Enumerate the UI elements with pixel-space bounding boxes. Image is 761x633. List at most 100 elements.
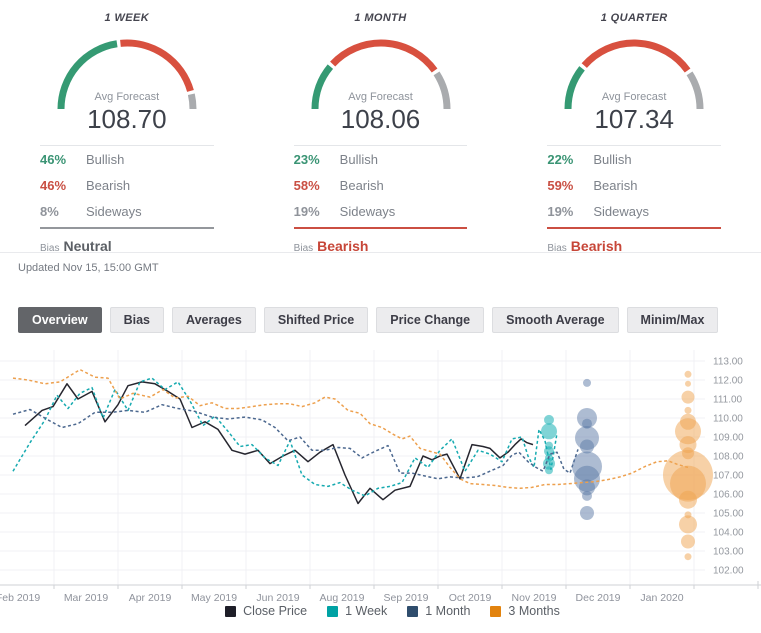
tab-bias[interactable]: Bias xyxy=(110,307,164,333)
avg-forecast-value: 108.70 xyxy=(47,104,207,135)
bullish-pct: 23% xyxy=(294,152,340,167)
bearish-pct: 59% xyxy=(547,178,593,193)
stat-row-bullish: 23% Bullish xyxy=(294,146,468,172)
y-axis-label: 107.00 xyxy=(713,471,744,482)
bias-divider xyxy=(294,227,468,229)
tab-averages[interactable]: Averages xyxy=(172,307,256,333)
bullish-label: Bullish xyxy=(86,152,124,167)
gauge-segment xyxy=(120,43,190,91)
forecast-chart: 113.00112.00111.00110.00109.00108.00107.… xyxy=(0,350,761,610)
sideways-pct: 8% xyxy=(40,204,86,219)
panel-1-week: 1 WEEK Avg Forecast 108.70 46% Bullish 4… xyxy=(0,0,254,254)
legend-label: Close Price xyxy=(243,604,307,618)
sideways-label: Sideways xyxy=(593,204,649,219)
chart-tabs: Overview Bias Averages Shifted Price Pri… xyxy=(18,307,718,333)
bullish-pct: 22% xyxy=(547,152,593,167)
stat-row-sideways: 19% Sideways xyxy=(547,198,721,224)
bullish-label: Bullish xyxy=(593,152,631,167)
forecast-bubble-3-months xyxy=(681,535,695,549)
chart-legend: Close Price 1 Week 1 Month 3 Months xyxy=(12,604,761,618)
tab-minim-max[interactable]: Minim/Max xyxy=(627,307,719,333)
forecast-bubble-3-months xyxy=(685,553,692,560)
panel-title: 1 QUARTER xyxy=(507,12,761,24)
legend-label: 1 Month xyxy=(425,604,470,618)
gauge-segment xyxy=(584,43,687,70)
bias-divider xyxy=(40,227,214,229)
y-axis-label: 106.00 xyxy=(713,490,744,501)
panel-title: 1 WEEK xyxy=(0,12,254,24)
avg-forecast-value: 107.34 xyxy=(554,104,714,135)
sideways-pct: 19% xyxy=(294,204,340,219)
series-line-1-month xyxy=(13,405,578,479)
x-axis-label: Sep 2019 xyxy=(384,592,429,604)
x-axis-label: May 2019 xyxy=(191,592,237,604)
legend-item-1-month[interactable]: 1 Month xyxy=(407,604,470,618)
forecast-bubble-1-week xyxy=(545,466,553,474)
legend-swatch-3-months xyxy=(490,606,501,617)
tab-shifted-price[interactable]: Shifted Price xyxy=(264,307,368,333)
gauge: Avg Forecast 108.70 xyxy=(47,33,207,113)
x-axis-label: Feb 2019 xyxy=(0,592,40,604)
stat-row-bearish: 59% Bearish xyxy=(547,172,721,198)
y-axis-label: 111.00 xyxy=(713,395,743,406)
avg-forecast-label: Avg Forecast xyxy=(554,91,714,103)
bearish-pct: 58% xyxy=(294,178,340,193)
bearish-label: Bearish xyxy=(340,178,384,193)
y-axis-label: 112.00 xyxy=(713,376,743,387)
bullish-pct: 46% xyxy=(40,152,86,167)
avg-forecast-label: Avg Forecast xyxy=(47,91,207,103)
bullish-label: Bullish xyxy=(340,152,378,167)
x-axis-label: Mar 2019 xyxy=(64,592,109,604)
forecast-panels: 1 WEEK Avg Forecast 108.70 46% Bullish 4… xyxy=(0,0,761,254)
panel-1-quarter: 1 QUARTER Avg Forecast 107.34 22% Bullis… xyxy=(507,0,761,254)
x-axis-label: Jan 2020 xyxy=(640,592,683,604)
forecast-bubble-3-months xyxy=(685,371,692,378)
legend-item-close-price[interactable]: Close Price xyxy=(225,604,307,618)
forecast-bubble-3-months xyxy=(679,491,697,509)
sideways-pct: 19% xyxy=(547,204,593,219)
stat-row-bearish: 46% Bearish xyxy=(40,172,214,198)
tab-overview[interactable]: Overview xyxy=(18,307,102,333)
series-line-close-price xyxy=(25,382,533,504)
avg-forecast-label: Avg Forecast xyxy=(301,91,461,103)
forecast-bubble-1-month xyxy=(583,379,591,387)
x-axis-label: Jun 2019 xyxy=(256,592,299,604)
x-axis-label: Nov 2019 xyxy=(512,592,557,604)
y-axis-label: 113.00 xyxy=(713,357,743,368)
legend-item-3-months[interactable]: 3 Months xyxy=(490,604,559,618)
stat-row-sideways: 8% Sideways xyxy=(40,198,214,224)
legend-label: 3 Months xyxy=(508,604,559,618)
forecast-bubble-1-month xyxy=(580,506,594,520)
sideways-label: Sideways xyxy=(86,204,142,219)
y-axis-label: 103.00 xyxy=(713,546,744,557)
legend-item-1-week[interactable]: 1 Week xyxy=(327,604,387,618)
updated-timestamp: Updated Nov 15, 15:00 GMT xyxy=(18,262,159,274)
forecast-bubble-3-months xyxy=(685,381,691,387)
y-axis-label: 104.00 xyxy=(713,527,744,538)
gauge-segment xyxy=(332,43,434,70)
forecast-bubble-1-week xyxy=(541,423,557,439)
section-divider xyxy=(0,252,761,253)
tab-price-change[interactable]: Price Change xyxy=(376,307,484,333)
x-axis-label: Aug 2019 xyxy=(320,592,365,604)
y-axis-label: 102.00 xyxy=(713,565,744,576)
bias-divider xyxy=(547,227,721,229)
forecast-bubble-3-months xyxy=(685,407,692,414)
sideways-label: Sideways xyxy=(340,204,396,219)
forecast-bubble-1-month xyxy=(580,440,594,454)
y-axis-label: 110.00 xyxy=(713,414,743,425)
gauge: Avg Forecast 108.06 xyxy=(301,33,461,113)
avg-forecast-value: 108.06 xyxy=(301,104,461,135)
stat-row-bullish: 46% Bullish xyxy=(40,146,214,172)
gauge: Avg Forecast 107.34 xyxy=(554,33,714,113)
forecast-bubble-3-months xyxy=(679,515,697,533)
bearish-pct: 46% xyxy=(40,178,86,193)
forecast-bubble-3-months xyxy=(682,391,695,404)
forecast-poll-widget: 1 WEEK Avg Forecast 108.70 46% Bullish 4… xyxy=(0,0,761,633)
bearish-label: Bearish xyxy=(86,178,130,193)
panel-title: 1 MONTH xyxy=(254,12,508,24)
forecast-bubble-1-month xyxy=(582,491,592,501)
stat-row-sideways: 19% Sideways xyxy=(294,198,468,224)
x-axis-label: Dec 2019 xyxy=(576,592,621,604)
tab-smooth-average[interactable]: Smooth Average xyxy=(492,307,618,333)
